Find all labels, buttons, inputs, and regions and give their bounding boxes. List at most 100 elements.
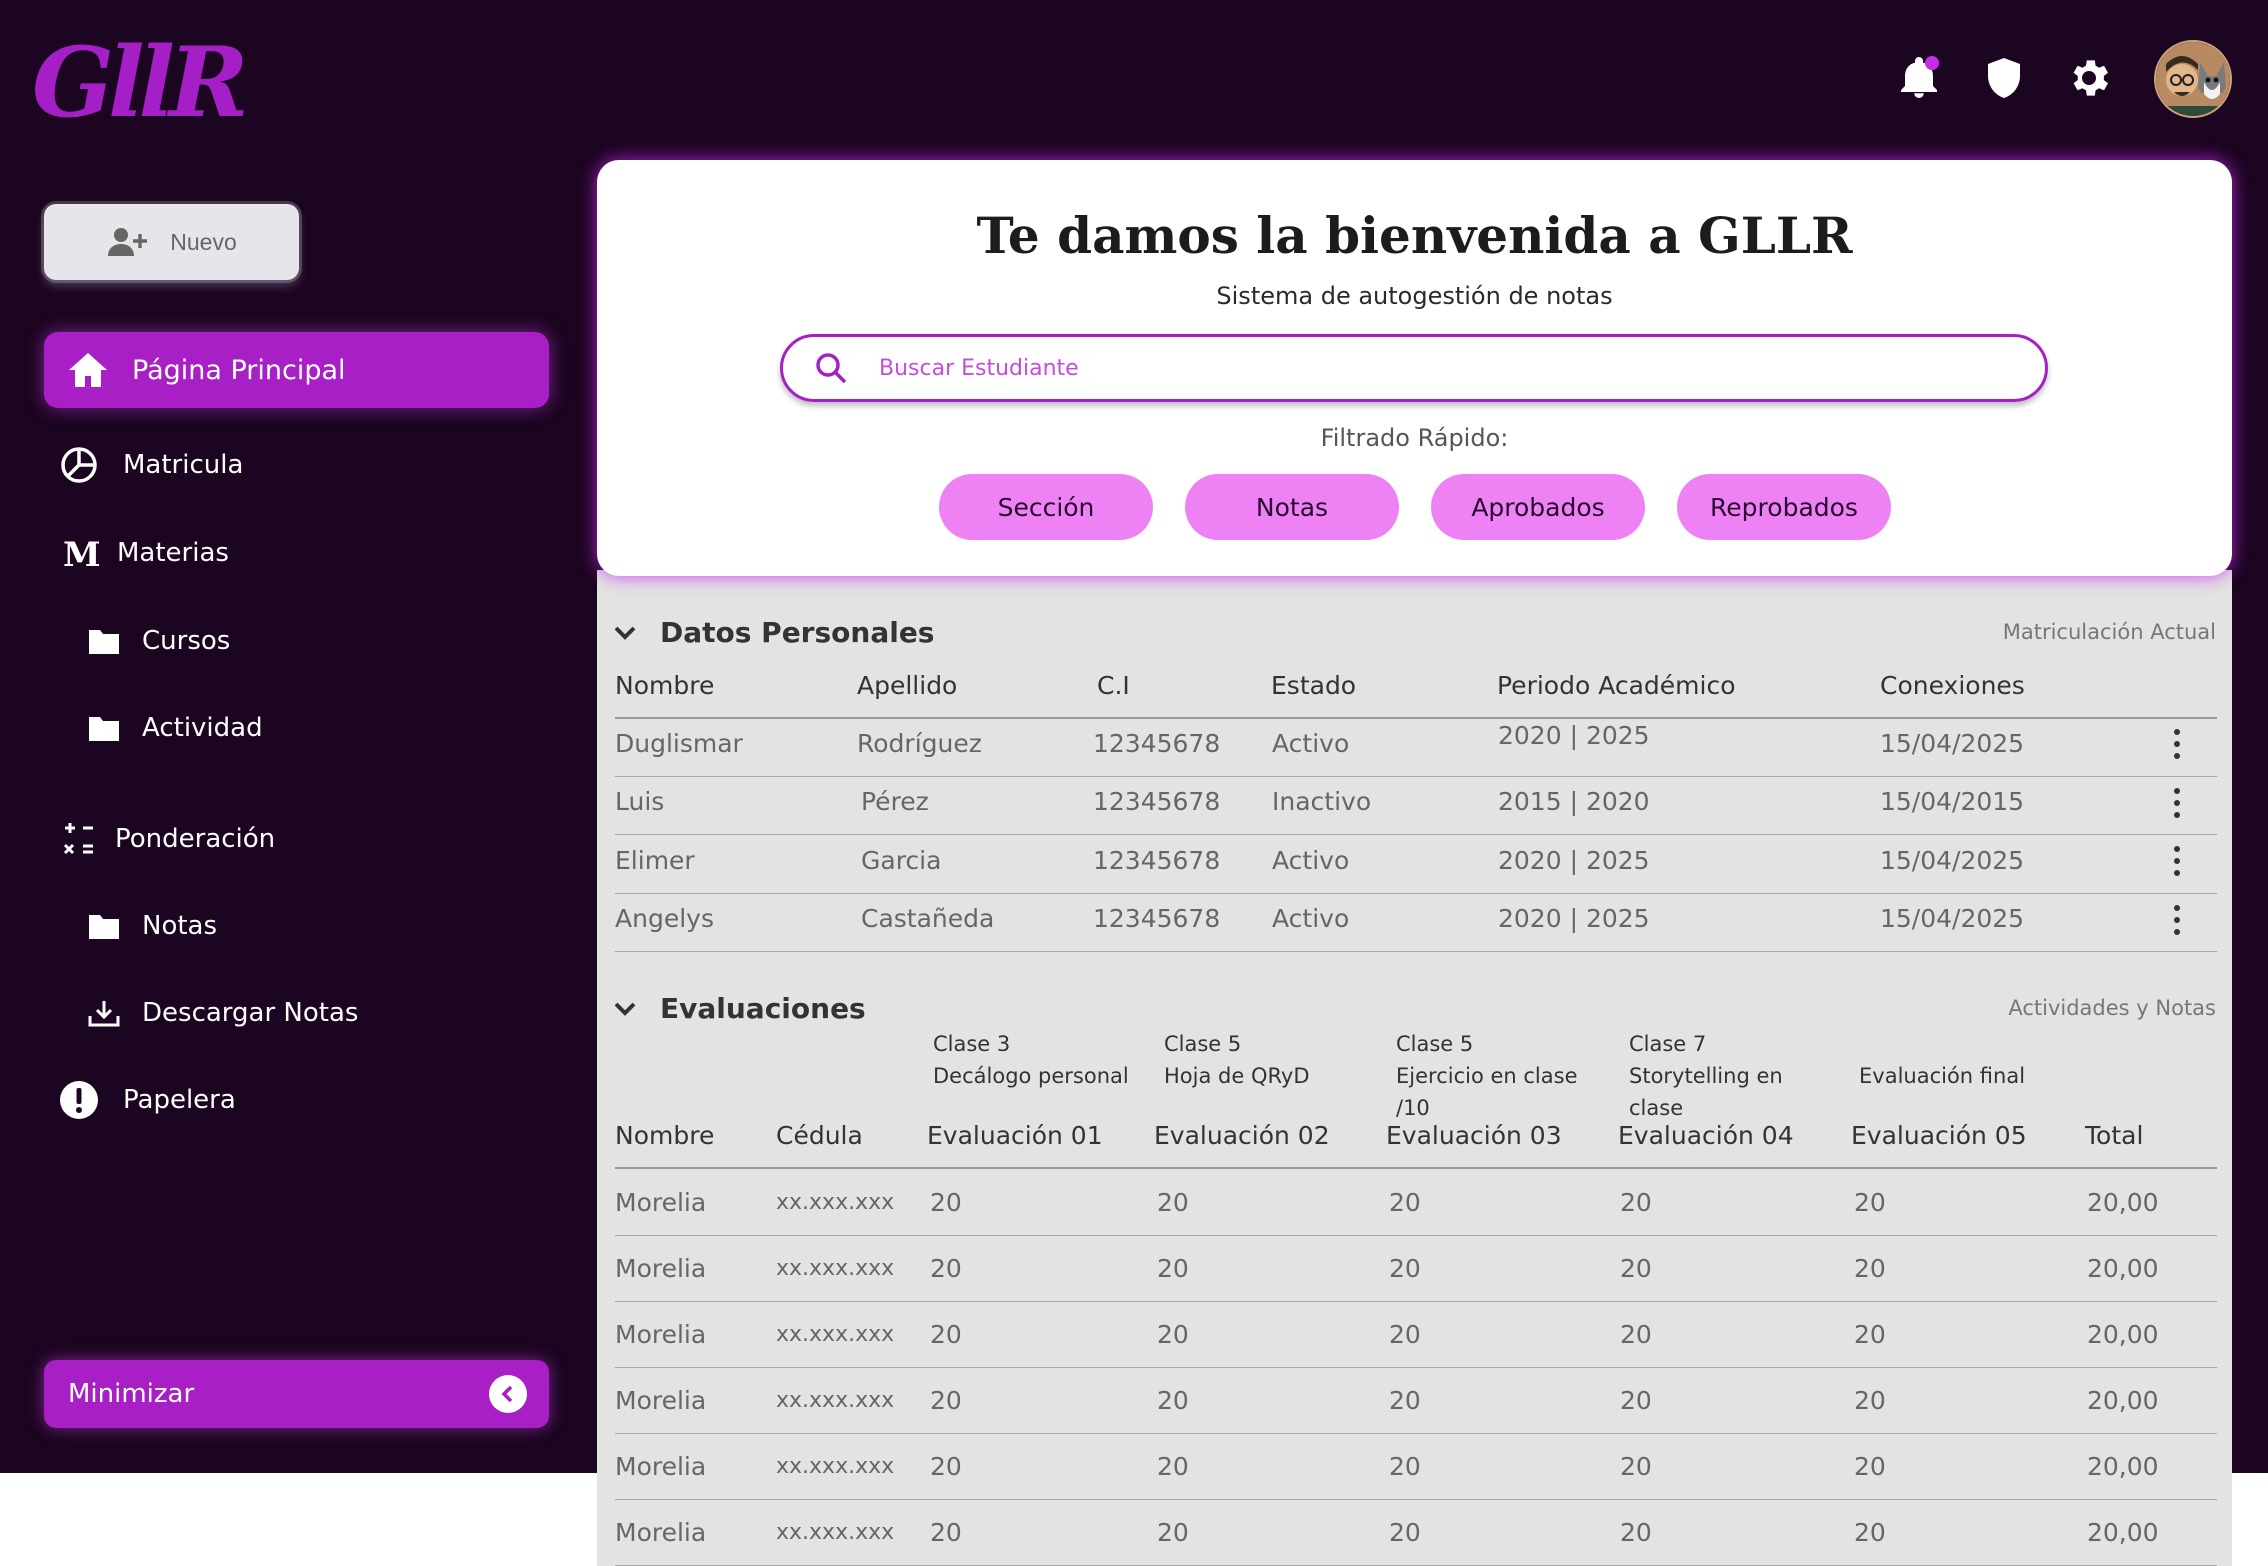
sidebar-item-label: Materias (117, 538, 229, 568)
sidebar-item-label: Ponderación (115, 824, 276, 854)
sidebar-item-matricula[interactable]: Matricula (57, 445, 243, 485)
minimize-label: Minimizar (68, 1379, 195, 1409)
page-bottom-band (0, 1473, 597, 1566)
cell-apellido: Garcia (861, 846, 942, 875)
settings-button[interactable] (2061, 50, 2117, 106)
cell-total: 20,00 (2087, 1254, 2159, 1283)
quick-filters: Sección Notas Aprobados Reprobados (939, 474, 1891, 540)
cell-eval: 20 (930, 1452, 962, 1481)
brand-logo[interactable]: GllR (32, 28, 249, 138)
sidebar-item-pagina-principal[interactable]: Página Principal (44, 332, 549, 408)
cell-conexiones: 15/04/2025 (1880, 904, 2025, 933)
clase-topic: Storytelling en (1629, 1064, 1783, 1088)
cell-eval: 20 (1389, 1386, 1421, 1415)
sidebar-item-cursos[interactable]: Cursos (82, 621, 230, 661)
divider (615, 717, 2217, 719)
column-header: Evaluación 05 (1851, 1121, 2027, 1150)
cell-cedula: xx.xxx.xxx (776, 1520, 895, 1545)
cell-conexiones: 15/04/2015 (1880, 787, 2025, 816)
cell-eval: 20 (1157, 1320, 1189, 1349)
column-header: Total (2085, 1121, 2144, 1150)
search-bar[interactable] (780, 334, 2048, 402)
cell-nombre: Angelys (615, 904, 714, 933)
cell-eval: 20 (1389, 1320, 1421, 1349)
divider (615, 1167, 2217, 1169)
filter-seccion-button[interactable]: Sección (939, 474, 1153, 540)
download-icon (88, 1001, 120, 1027)
column-header: Evaluación 02 (1154, 1121, 1330, 1150)
cell-eval: 20 (1854, 1320, 1886, 1349)
m-letter-icon: M (63, 535, 99, 573)
cell-eval: 20 (1854, 1188, 1886, 1217)
cell-eval: 20 (1389, 1254, 1421, 1283)
notification-dot (1925, 56, 1939, 70)
home-icon (69, 353, 107, 387)
chevron-left-icon (489, 1375, 527, 1413)
security-button[interactable] (1976, 50, 2032, 106)
section-subtitle: Actividades y Notas (2008, 996, 2216, 1020)
cell-eval: 20 (1389, 1518, 1421, 1547)
divider (615, 834, 2217, 835)
sidebar-item-label: Actividad (142, 713, 263, 743)
sidebar-item-papelera[interactable]: Papelera (57, 1080, 236, 1120)
clase-number: Clase 5 (1396, 1032, 1474, 1056)
shield-icon (1988, 58, 2020, 98)
notifications-button[interactable] (1891, 50, 1947, 106)
minimize-sidebar-button[interactable]: Minimizar (44, 1360, 549, 1428)
svg-text:M: M (63, 535, 99, 573)
welcome-card: Te damos la bienvenida a GLLR Sistema de… (597, 160, 2232, 576)
divider (615, 1499, 2217, 1500)
column-header: Conexiones (1880, 671, 2025, 700)
cell-cedula: xx.xxx.xxx (776, 1454, 895, 1479)
cell-eval: 20 (930, 1386, 962, 1415)
cell-eval: 20 (1854, 1386, 1886, 1415)
cell-cedula: xx.xxx.xxx (776, 1190, 895, 1215)
evaluations-section-toggle[interactable]: Evaluaciones (612, 992, 866, 1025)
cell-eval: 20 (930, 1320, 962, 1349)
more-options-icon[interactable] (2172, 905, 2182, 935)
cell-nombre: Morelia (615, 1320, 707, 1349)
cell-apellido: Castañeda (861, 904, 995, 933)
clase-number: Clase 5 (1164, 1032, 1242, 1056)
cell-eval: 20 (1620, 1452, 1652, 1481)
column-header: C.I (1097, 671, 1130, 700)
cell-nombre: Morelia (615, 1386, 707, 1415)
section-title: Evaluaciones (660, 992, 866, 1025)
more-options-icon[interactable] (2172, 729, 2182, 759)
page-title: Te damos la bienvenida a GLLR (976, 206, 1853, 265)
sidebar-item-actividad[interactable]: Actividad (82, 708, 263, 748)
folder-icon (89, 630, 119, 654)
column-header: Nombre (615, 671, 715, 700)
filter-notas-button[interactable]: Notas (1185, 474, 1399, 540)
search-input[interactable] (879, 355, 1779, 381)
sidebar-item-descargar-notas[interactable]: Descargar Notas (82, 993, 358, 1033)
new-button-label: Nuevo (170, 228, 237, 255)
cell-eval: 20 (1157, 1254, 1189, 1283)
cell-eval: 20 (930, 1254, 962, 1283)
filter-reprobados-button[interactable]: Reprobados (1677, 474, 1891, 540)
divider (615, 776, 2217, 777)
cell-eval: 20 (1620, 1188, 1652, 1217)
clase-topic: Evaluación final (1859, 1064, 2026, 1088)
avatar[interactable] (2154, 40, 2232, 118)
personal-data-section-toggle[interactable]: Datos Personales (612, 616, 934, 649)
filter-aprobados-button[interactable]: Aprobados (1431, 474, 1645, 540)
divider (615, 1367, 2217, 1368)
cell-eval: 20 (930, 1188, 962, 1217)
cell-apellido: Rodríguez (857, 729, 982, 758)
cell-periodo: 2015 | 2020 (1498, 787, 1650, 816)
more-options-icon[interactable] (2172, 846, 2182, 876)
cell-eval: 20 (1854, 1254, 1886, 1283)
sidebar-item-materias[interactable]: M Materias (57, 533, 229, 573)
cell-eval: 20 (1157, 1386, 1189, 1415)
cell-estado: Activo (1272, 904, 1350, 933)
new-student-button[interactable]: Nuevo (44, 204, 299, 280)
sidebar-item-notas[interactable]: Notas (82, 906, 217, 946)
cell-cedula: xx.xxx.xxx (776, 1322, 895, 1347)
more-options-icon[interactable] (2172, 788, 2182, 818)
gear-icon (2073, 60, 2108, 96)
cell-eval: 20 (1157, 1518, 1189, 1547)
column-header: Nombre (615, 1121, 715, 1150)
sidebar-item-ponderacion[interactable]: Ponderación (57, 819, 275, 859)
quick-filter-label: Filtrado Rápido: (1320, 424, 1509, 452)
